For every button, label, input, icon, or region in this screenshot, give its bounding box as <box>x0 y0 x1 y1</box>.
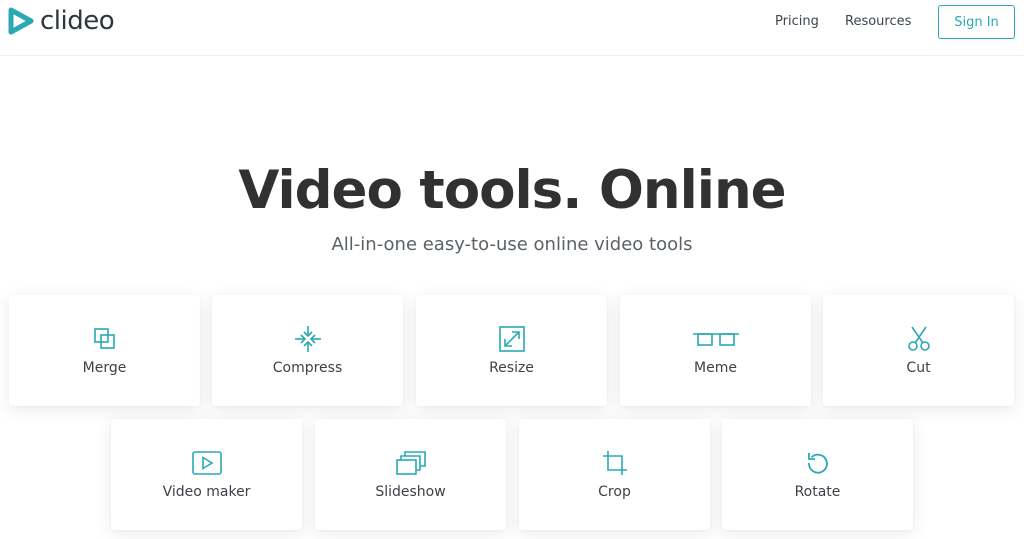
tool-label: Meme <box>694 360 737 376</box>
tool-label: Slideshow <box>375 484 446 500</box>
tool-card-video-maker[interactable]: Video maker <box>111 419 302 530</box>
resize-icon <box>498 325 526 353</box>
merge-icon <box>91 325 119 353</box>
tool-card-crop[interactable]: Crop <box>519 419 710 530</box>
meme-icon <box>692 325 740 353</box>
play-icon <box>191 449 222 477</box>
nav-pricing-link[interactable]: Pricing <box>775 14 819 30</box>
tool-card-slideshow[interactable]: Slideshow <box>315 419 506 530</box>
tool-card-rotate[interactable]: Rotate <box>722 419 913 530</box>
nav-resources-link[interactable]: Resources <box>845 14 911 30</box>
page-title: Video tools. Online <box>238 160 786 221</box>
scissors-icon <box>905 325 933 353</box>
sign-in-button[interactable]: Sign In <box>938 5 1015 39</box>
tool-label: Video maker <box>162 484 251 500</box>
tool-label: Cut <box>906 360 931 376</box>
tool-card-meme[interactable]: Meme <box>620 295 811 406</box>
tool-label: Compress <box>272 360 343 376</box>
tool-label: Merge <box>82 360 127 376</box>
tool-label: Rotate <box>794 484 841 500</box>
tool-card-compress[interactable]: Compress <box>212 295 403 406</box>
tool-card-cut[interactable]: Cut <box>823 295 1014 406</box>
tool-card-merge[interactable]: Merge <box>9 295 200 406</box>
clideo-logo[interactable]: clideo <box>8 6 115 36</box>
tool-label: Resize <box>489 360 534 376</box>
compress-icon <box>294 325 322 353</box>
play-logo-icon <box>8 7 34 35</box>
brand-name: clideo <box>40 6 115 36</box>
tool-card-resize[interactable]: Resize <box>416 295 607 406</box>
slides-icon <box>395 449 426 477</box>
tool-label: Crop <box>598 484 631 500</box>
rotate-icon <box>804 449 832 477</box>
top-header: clideo Pricing Resources Sign In <box>0 0 1024 56</box>
crop-icon <box>601 449 629 477</box>
page-subtitle: All-in-one easy-to-use online video tool… <box>331 234 693 255</box>
